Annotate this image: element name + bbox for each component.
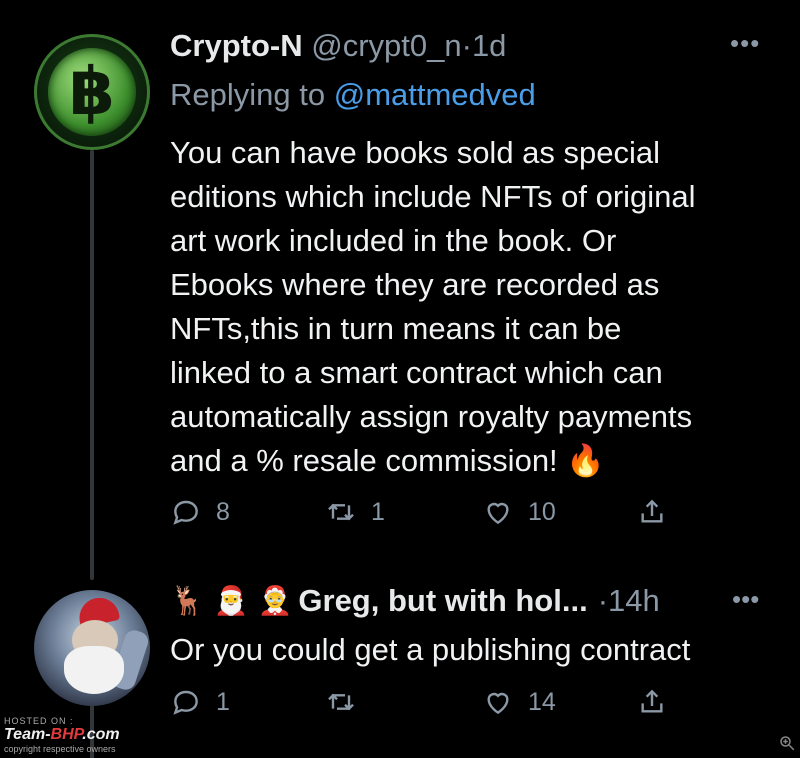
like-count: 10 bbox=[528, 497, 556, 526]
reply-count: 8 bbox=[216, 497, 230, 526]
tweet2-body: Or you could get a publishing contract bbox=[170, 632, 691, 667]
tweet-text-line: automatically assign royalty payments bbox=[170, 399, 693, 434]
user-handle[interactable]: @crypt0_n bbox=[311, 28, 461, 63]
name-emoji: 🦌 🎅 🤶 bbox=[170, 584, 293, 617]
tweet-text-line: You can have books sold as special bbox=[170, 135, 661, 170]
watermark: HOSTED ON : Team-BHP.com copyright respe… bbox=[4, 716, 120, 754]
retweet-icon bbox=[328, 503, 354, 521]
tweet-time[interactable]: 1d bbox=[472, 28, 506, 63]
tweet-time[interactable]: 14h bbox=[608, 580, 660, 622]
reply-icon bbox=[173, 500, 198, 525]
tweet-text-line: art work included in the book. Or bbox=[170, 223, 617, 258]
watermark-copyright: copyright respective owners bbox=[4, 744, 116, 754]
retweet-count: 1 bbox=[371, 497, 385, 526]
like-button[interactable]: 14 bbox=[482, 686, 556, 718]
retweet-button[interactable]: 1 bbox=[325, 496, 385, 528]
reply-button[interactable]: 8 bbox=[170, 496, 230, 528]
avatar-art bbox=[64, 646, 124, 694]
brand-suffix: .com bbox=[82, 726, 120, 743]
avatar-crypto-n[interactable]: ฿ bbox=[34, 34, 150, 150]
watermark-brand: Team-BHP.com bbox=[4, 726, 120, 744]
share-button[interactable] bbox=[636, 496, 668, 528]
reply-icon bbox=[173, 690, 198, 715]
like-icon bbox=[487, 502, 509, 525]
brand-accent: BHP bbox=[50, 726, 83, 743]
share-icon bbox=[641, 689, 663, 713]
reply-count: 1 bbox=[216, 687, 230, 716]
bitcoin-logo-icon: ฿ bbox=[48, 48, 136, 136]
avatar-greg[interactable] bbox=[34, 590, 150, 706]
replying-to: Replying to @mattmedved bbox=[170, 75, 536, 115]
more-icon[interactable]: ••• bbox=[732, 584, 759, 615]
more-icon[interactable]: ••• bbox=[730, 28, 760, 59]
thread-connector bbox=[90, 150, 94, 580]
watermark-hosted: HOSTED ON : bbox=[4, 716, 74, 726]
tweet-text-line: linked to a smart contract which can bbox=[170, 355, 663, 390]
replying-prefix: Replying to bbox=[170, 77, 326, 112]
tweet-text-line: editions which include NFTs of original bbox=[170, 179, 696, 214]
tweet1-actions: 8 1 10 bbox=[170, 496, 730, 536]
like-button[interactable]: 10 bbox=[482, 496, 556, 528]
reply-mention-link[interactable]: @mattmedved bbox=[334, 77, 536, 112]
tweet2-header: 🦌 🎅 🤶 Greg, but with hol... · 14h bbox=[170, 580, 660, 622]
like-count: 14 bbox=[528, 687, 556, 716]
retweet-button[interactable] bbox=[325, 686, 371, 718]
tweet1-body: You can have books sold as special editi… bbox=[170, 131, 770, 483]
separator-dot: · bbox=[461, 28, 472, 63]
tweet2-actions: 1 14 bbox=[170, 686, 730, 726]
zoom-icon[interactable] bbox=[778, 734, 796, 752]
tweet-text-line: Ebooks where they are recorded as bbox=[170, 267, 660, 302]
display-name[interactable]: Greg, but with hol... bbox=[298, 580, 587, 622]
like-icon bbox=[487, 692, 509, 715]
reply-button[interactable]: 1 bbox=[170, 686, 230, 718]
tweet-text-line: and a % resale commission! 🔥 bbox=[170, 443, 605, 478]
retweet-icon bbox=[328, 693, 354, 711]
share-icon bbox=[641, 499, 663, 523]
brand-prefix: Team- bbox=[4, 726, 51, 743]
tweet1-header: Crypto-N @crypt0_n·1d bbox=[170, 26, 506, 66]
separator-dot: · bbox=[597, 583, 609, 618]
display-name[interactable]: Crypto-N bbox=[170, 28, 303, 63]
share-button[interactable] bbox=[636, 686, 668, 718]
tweet-text-line: NFTs,this in turn means it can be bbox=[170, 311, 622, 346]
